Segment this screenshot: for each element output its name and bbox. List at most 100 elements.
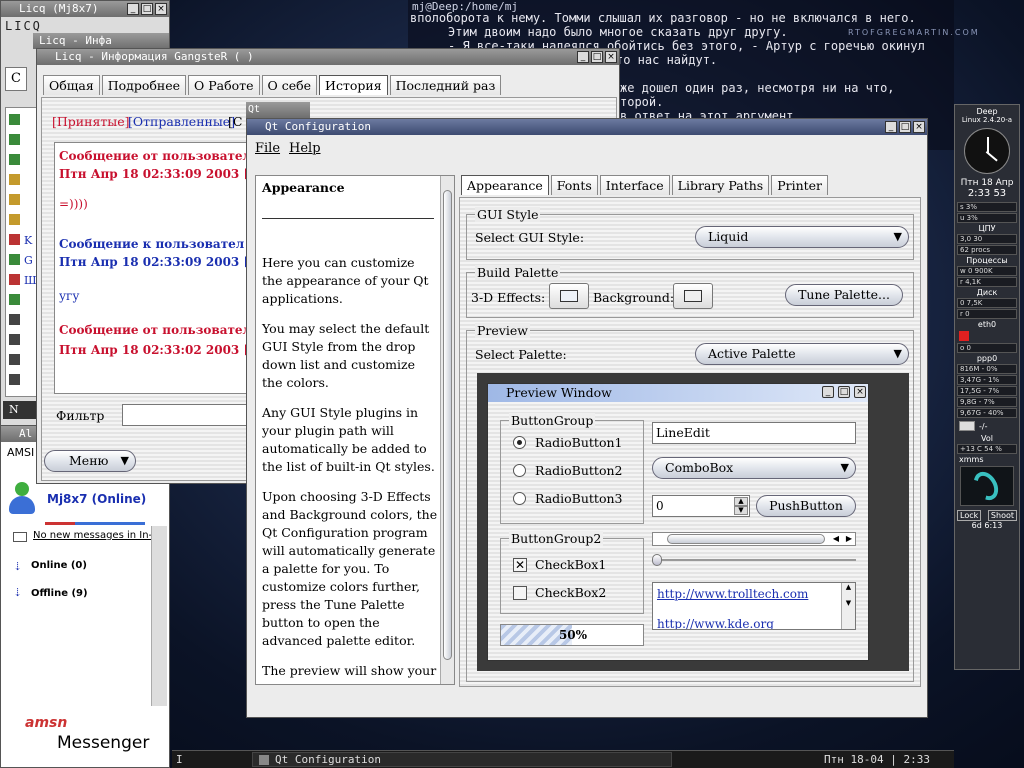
tab-printer[interactable]: Printer (771, 175, 829, 195)
net-mid: r 0 (957, 309, 1017, 319)
tab-interface[interactable]: Interface (599, 175, 670, 195)
filter-sent-link[interactable]: [Отправленные] (128, 114, 235, 129)
licq-info-titlebar: Licq - Инфа (33, 33, 169, 49)
help-paragraph: You may select the default GUI Style fro… (262, 321, 430, 390)
background-color-button[interactable] (673, 283, 713, 309)
tab-general[interactable]: Общая (43, 75, 100, 95)
link-trolltech[interactable]: http://www.trolltech.com (657, 587, 808, 601)
licq-status-button[interactable]: С (5, 67, 27, 91)
spin-down-icon[interactable]: ▼ (734, 506, 748, 515)
radio-label: RadioButton1 (535, 435, 623, 450)
preview-window: Preview Window _ □ × ButtonGroup RadioBu… (487, 383, 869, 661)
taskbar-task-qtconfig[interactable]: Qt Configuration (252, 752, 672, 767)
temp-bar: +13 C 54 % (957, 444, 1017, 454)
slider[interactable] (652, 554, 856, 566)
maximize-icon[interactable]: □ (591, 51, 603, 63)
select-gui-style-label: Select GUI Style: (475, 230, 585, 245)
filter-other-link[interactable]: [С (228, 114, 242, 129)
taskbar-clock: Птн 18-04 | 2:33 (824, 753, 930, 766)
line-edit[interactable]: LineEdit (652, 422, 856, 444)
help-scrollbar[interactable] (440, 176, 454, 684)
gui-style-combo[interactable]: Liquid ▼ (695, 226, 909, 248)
radio-button-3[interactable] (513, 492, 526, 505)
tab-history[interactable]: История (319, 75, 388, 95)
amsn-scrollbar[interactable] (151, 526, 167, 706)
maximize-icon[interactable]: □ (838, 386, 850, 398)
effects-color-button[interactable] (549, 283, 589, 309)
shoot-button[interactable]: Shoot (987, 510, 1017, 521)
tab-fonts[interactable]: Fonts (550, 175, 598, 195)
minimize-icon[interactable]: _ (822, 386, 834, 398)
licq-info-title: Licq - Инфа (39, 34, 112, 47)
scroll-right-icon[interactable]: ▶ (843, 533, 855, 545)
help-title: Appearance (262, 180, 345, 195)
amsn-no-messages[interactable]: No new messages in In- (33, 530, 152, 541)
close-icon[interactable]: × (913, 121, 925, 133)
amsn-banner-brand: amsn (25, 715, 68, 731)
amsn-offline-group[interactable]: Offline (9) (31, 588, 88, 599)
link-list[interactable]: http://www.trolltech.com http://www.kde.… (652, 582, 856, 630)
monitor-host: Deep (976, 107, 998, 116)
help-paragraph: The preview will show your (262, 663, 437, 678)
contact-letter: K (24, 234, 33, 247)
tune-palette-button[interactable]: Tune Palette... (785, 284, 903, 306)
lock-button[interactable]: Lock (957, 510, 982, 521)
volume-label[interactable]: Vol (955, 434, 1019, 443)
menu-button[interactable]: Меню ▼ (44, 450, 136, 472)
taskbar-left-item[interactable]: I (176, 753, 183, 766)
background-label: Background: (593, 290, 675, 305)
gui-style-group-label: GUI Style (475, 207, 541, 222)
tab-appearance[interactable]: Appearance (461, 175, 549, 195)
menu-help[interactable]: Help (289, 141, 321, 156)
link-list-scrollbar[interactable]: ▲ ▼ (841, 583, 855, 629)
minimize-icon[interactable]: _ (885, 121, 897, 133)
tab-library-paths[interactable]: Library Paths (671, 175, 770, 195)
filter-received-link[interactable]: [Принятые] (52, 114, 129, 129)
checkbox-1[interactable]: ✕ (513, 558, 527, 572)
push-button[interactable]: PushButton (756, 495, 856, 517)
expand-icon[interactable]: ⇣ (13, 560, 22, 573)
menubar: File Help (247, 137, 927, 159)
slider-handle[interactable] (652, 554, 662, 566)
checkbox-label: CheckBox2 (535, 585, 607, 600)
chevron-down-icon: ▼ (893, 230, 902, 243)
menu-file[interactable]: File (255, 141, 280, 156)
maximize-icon[interactable]: □ (141, 3, 153, 15)
scroll-left-icon[interactable]: ◀ (830, 533, 842, 545)
spin-up-icon[interactable]: ▲ (734, 497, 748, 506)
close-icon[interactable]: × (854, 386, 866, 398)
build-palette-group: Build Palette 3-D Effects: Background: T… (466, 265, 914, 318)
tab-work[interactable]: О Работе (188, 75, 260, 95)
link-kde[interactable]: http://www.kde.org (657, 617, 774, 629)
terminal-line: Этим двоим надо было многое сказать друг… (448, 25, 788, 39)
ppp-label: ppp0 (976, 354, 998, 363)
spin-box[interactable]: 0 ▲ ▼ (652, 495, 750, 517)
close-icon[interactable]: × (605, 51, 617, 63)
help-divider (262, 218, 434, 219)
horizontal-scrollbar[interactable]: ◀ ▶ (652, 532, 856, 546)
radio-label: RadioButton3 (535, 491, 623, 506)
task-icon (259, 755, 269, 765)
tab-last-seen[interactable]: Последний раз (389, 75, 502, 95)
amsn-online-group[interactable]: Online (0) (31, 560, 87, 571)
minimize-icon[interactable]: _ (577, 51, 589, 63)
tab-details[interactable]: Подробнее (101, 75, 187, 95)
amsn-user-name[interactable]: Mj8x7 (Online) (47, 492, 146, 506)
preview-combo[interactable]: ComboBox ▼ (652, 457, 856, 479)
radio-button-1[interactable] (513, 436, 526, 449)
cpu-bottom: u 3% (957, 213, 1017, 223)
tab-about[interactable]: О себе (261, 75, 318, 95)
message-body: угу (59, 289, 80, 303)
checkbox-2[interactable] (513, 586, 527, 600)
contact-icon (9, 294, 20, 305)
maximize-icon[interactable]: □ (899, 121, 911, 133)
expand-icon[interactable]: ⇣ (13, 586, 22, 599)
close-icon[interactable]: × (155, 3, 167, 15)
radio-button-2[interactable] (513, 464, 526, 477)
terminal-line: вполоборота к нему. Томми слышал их разг… (410, 11, 916, 25)
mail-icon[interactable]: -/- (959, 421, 1015, 431)
clock-icon (964, 128, 1010, 174)
xmms-label[interactable]: xmms (955, 455, 1019, 464)
minimize-icon[interactable]: _ (127, 3, 139, 15)
palette-combo[interactable]: Active Palette ▼ (695, 343, 909, 365)
